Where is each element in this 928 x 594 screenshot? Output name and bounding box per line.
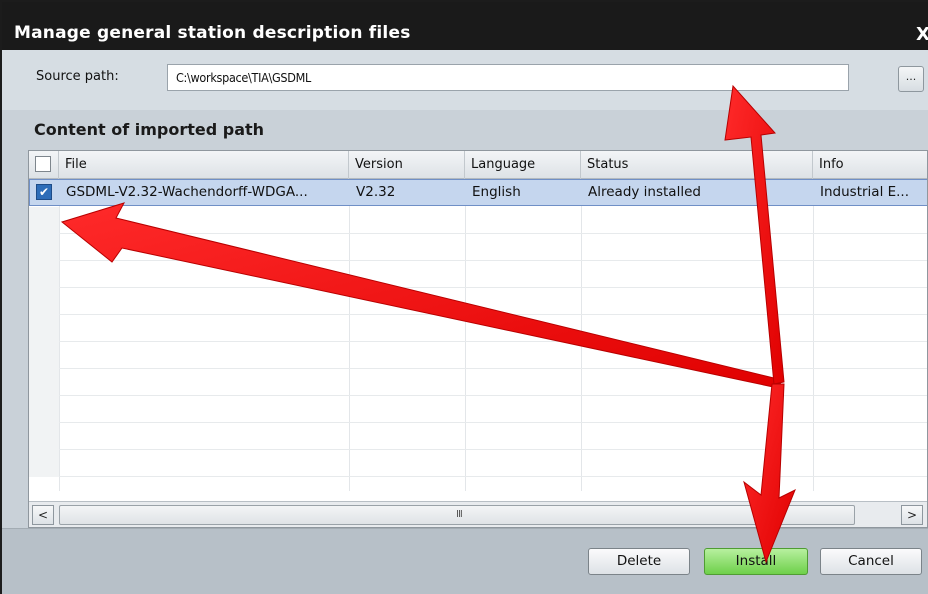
empty-row — [29, 288, 927, 315]
header-language[interactable]: Language — [465, 151, 581, 179]
scroll-left-button[interactable]: < — [32, 505, 54, 525]
row-file: GSDML-V2.32-Wachendorff-WDGA... — [66, 184, 308, 200]
empty-row — [29, 369, 927, 396]
row-stripe — [29, 261, 59, 288]
button-bar: Delete Install Cancel — [2, 528, 928, 594]
scroll-right-button[interactable]: > — [901, 505, 923, 525]
table-header: File Version Language Status Info — [29, 151, 927, 179]
section-title: Content of imported path — [34, 120, 265, 139]
row-info: Industrial E... — [820, 184, 910, 200]
table-row[interactable]: ✔ GSDML-V2.32-Wachendorff-WDGA... V2.32 … — [29, 179, 927, 206]
header-select-all-cell — [29, 151, 59, 179]
source-path-label: Source path: — [36, 69, 119, 84]
close-button[interactable]: X — [916, 20, 928, 50]
empty-row — [29, 342, 927, 369]
select-all-checkbox[interactable] — [35, 156, 51, 172]
row-stripe — [29, 396, 59, 423]
empty-row — [29, 234, 927, 261]
browse-button[interactable]: ... — [898, 66, 924, 92]
title-bar: Manage general station description files… — [2, 2, 928, 50]
row-stripe — [29, 234, 59, 261]
empty-row — [29, 423, 927, 450]
header-file[interactable]: File — [59, 151, 349, 179]
scroll-grip-icon: III — [456, 509, 463, 520]
scroll-thumb[interactable]: III — [59, 505, 855, 525]
row-stripe — [29, 423, 59, 450]
row-stripe — [29, 342, 59, 369]
source-path-row: Source path: C:\workspace\TIA\GSDML ... — [2, 50, 928, 110]
empty-row — [29, 396, 927, 423]
row-checkbox[interactable]: ✔ — [36, 184, 52, 200]
row-language: English — [472, 184, 521, 200]
row-stripe — [29, 450, 59, 477]
row-stripe — [29, 288, 59, 315]
empty-row — [29, 207, 927, 234]
empty-row — [29, 315, 927, 342]
source-path-input[interactable]: C:\workspace\TIA\GSDML — [167, 64, 849, 91]
cancel-button[interactable]: Cancel — [820, 548, 922, 575]
empty-row — [29, 450, 927, 477]
header-status[interactable]: Status — [581, 151, 813, 179]
row-status: Already installed — [588, 184, 701, 200]
content-section: Content of imported path File Version La… — [2, 110, 928, 528]
row-stripe — [29, 369, 59, 396]
header-info[interactable]: Info — [813, 151, 927, 179]
delete-button[interactable]: Delete — [588, 548, 690, 575]
dialog-title: Manage general station description files — [14, 23, 411, 43]
install-button[interactable]: Install — [704, 548, 808, 575]
file-table: File Version Language Status Info ✔ GSDM… — [28, 150, 928, 528]
row-version: V2.32 — [356, 184, 396, 200]
row-stripe — [29, 315, 59, 342]
header-version[interactable]: Version — [349, 151, 465, 179]
empty-row — [29, 261, 927, 288]
horizontal-scrollbar[interactable]: < III > — [29, 501, 927, 527]
manage-gsd-dialog: Manage general station description files… — [0, 0, 928, 594]
row-stripe — [29, 207, 59, 234]
